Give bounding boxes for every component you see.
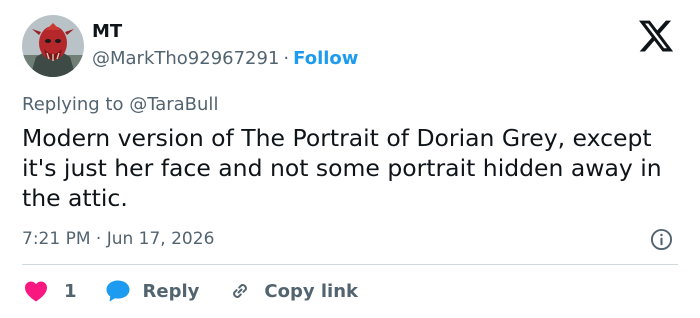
reply-context-prefix: Replying to [22,94,130,115]
like-count: 1 [64,280,77,302]
link-icon [233,284,248,298]
reply-mention-link[interactable]: @TaraBull [129,94,218,115]
heart-icon [25,281,47,302]
divider [22,264,678,265]
like-button[interactable]: 1 [24,280,77,302]
speech-bubble-icon [106,280,130,302]
reply-button[interactable]: Reply [105,279,200,303]
author-meta: @MarkTho92967291 · Follow [92,47,358,71]
author-name[interactable]: MT [92,20,122,44]
avatar[interactable] [22,15,84,77]
info-icon[interactable] [650,228,673,251]
tweet-timestamp[interactable]: 7:21 PM · Jun 17, 2026 [22,227,214,251]
x-logo-icon[interactable] [636,17,676,55]
reply-label: Reply [142,280,200,302]
tweet-text: Modern version of The Portrait of Dorian… [22,124,662,212]
separator-dot: · [283,48,290,69]
author-handle[interactable]: @MarkTho92967291 [92,48,279,69]
reply-context: Replying to @TaraBull [22,93,218,117]
copy-link-button[interactable]: Copy link [228,279,358,303]
avatar-image [22,15,84,77]
action-bar: 1 Reply Copy link [22,276,358,306]
follow-button[interactable]: Follow [293,48,358,69]
copy-link-label: Copy link [264,280,358,302]
